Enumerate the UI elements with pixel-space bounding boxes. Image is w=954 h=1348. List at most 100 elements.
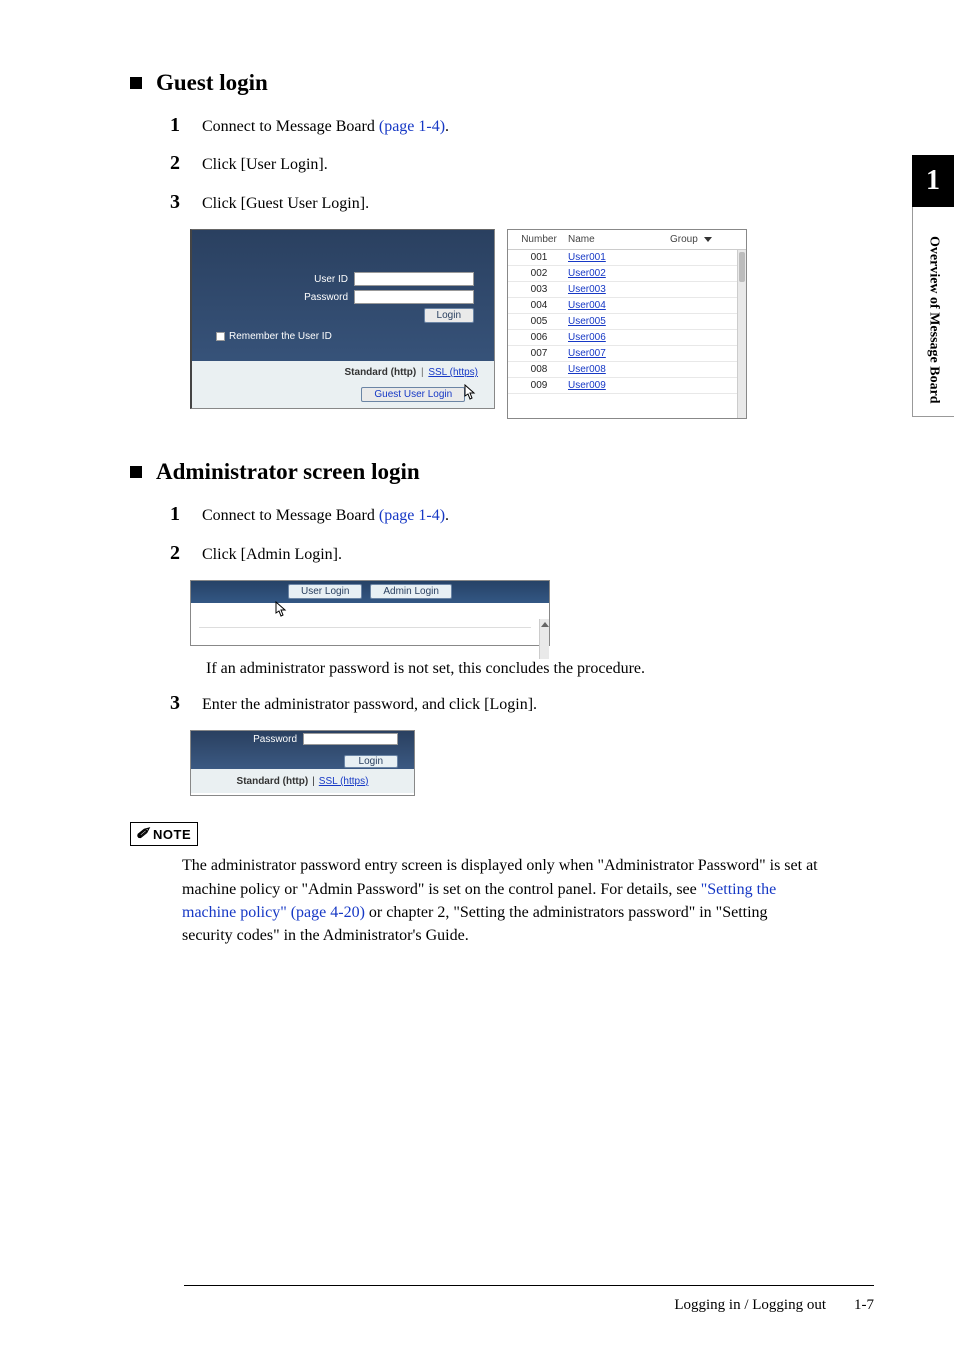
- steps: 1 Connect to Message Board (page 1-4). 2…: [130, 114, 884, 215]
- admin-login-button[interactable]: Login: [344, 755, 398, 768]
- step-number: 3: [170, 191, 186, 214]
- step-number: 1: [170, 114, 186, 137]
- step-number: 3: [170, 692, 186, 715]
- cell-group: [670, 268, 740, 279]
- step-1: 1 Connect to Message Board (page 1-4).: [170, 114, 884, 138]
- user-id-label: User ID: [314, 274, 348, 285]
- cell-name-link[interactable]: User006: [564, 332, 670, 343]
- cell-number: 004: [514, 300, 564, 311]
- user-id-input[interactable]: [354, 272, 474, 286]
- step-number: 1: [170, 503, 186, 526]
- admin-password-input[interactable]: [303, 733, 398, 745]
- step-number: 2: [170, 152, 186, 175]
- section-heading: Guest login: [130, 70, 884, 96]
- table-row: 003User003: [508, 282, 746, 298]
- remember-checkbox-row[interactable]: Remember the User ID: [216, 331, 494, 342]
- step-text: Connect to Message Board (page 1-4).: [202, 116, 884, 138]
- login-button[interactable]: Login: [424, 308, 474, 323]
- login-footer: Standard (http) | SSL (https) Guest User…: [192, 361, 494, 408]
- step-text: Enter the administrator password, and cl…: [202, 694, 884, 716]
- page-ref-link[interactable]: (page 1-4): [379, 118, 445, 135]
- note-box: ✐ NOTE: [130, 822, 198, 846]
- remember-label: Remember the User ID: [229, 331, 332, 342]
- steps: 1 Connect to Message Board (page 1-4). 2…: [130, 503, 884, 566]
- cell-name-link[interactable]: User003: [564, 284, 670, 295]
- text: Connect to Message Board: [202, 118, 379, 135]
- cell-group: [670, 284, 740, 295]
- password-label: Password: [304, 292, 348, 303]
- cell-number: 003: [514, 284, 564, 295]
- follow-text: If an administrator password is not set,…: [206, 660, 884, 678]
- password-input[interactable]: [354, 290, 474, 304]
- note-body: The administrator password entry screen …: [182, 854, 822, 947]
- password-label: Password: [253, 734, 297, 745]
- standard-http-label: Standard (http): [345, 367, 417, 378]
- text: .: [445, 507, 449, 524]
- table-row: 006User006: [508, 330, 746, 346]
- tab-bar: User Login Admin Login: [191, 581, 549, 603]
- separator: |: [312, 776, 315, 787]
- checkbox-icon[interactable]: [216, 332, 225, 341]
- cell-group: [670, 316, 740, 327]
- cell-group: [670, 300, 740, 311]
- step-3: 3 Click [Guest User Login].: [170, 191, 884, 215]
- ssl-https-link[interactable]: SSL (https): [319, 776, 369, 787]
- table-row: 008User008: [508, 362, 746, 378]
- cell-name-link[interactable]: User004: [564, 300, 670, 311]
- square-bullet-icon: [130, 77, 142, 89]
- note-icon: ✐: [135, 824, 149, 844]
- cell-name-link[interactable]: User008: [564, 364, 670, 375]
- separator: |: [421, 367, 424, 378]
- col-group-label: Group: [670, 234, 698, 245]
- scrollbar-thumb[interactable]: [739, 252, 745, 282]
- footer-page: 1-7: [854, 1297, 874, 1314]
- section-heading: Administrator screen login: [130, 459, 884, 485]
- page-ref-link[interactable]: (page 1-4): [379, 507, 445, 524]
- cell-name-link[interactable]: User001: [564, 252, 670, 263]
- table-row: 001User001: [508, 250, 746, 266]
- cell-name-link[interactable]: User007: [564, 348, 670, 359]
- cell-group: [670, 380, 740, 391]
- step-2: 2 Click [User Login].: [170, 152, 884, 176]
- cell-group: [670, 348, 740, 359]
- step-text: Click [User Login].: [202, 154, 884, 176]
- login-form-figure: User ID Password Login Remember the User…: [190, 229, 495, 409]
- step-1: 1 Connect to Message Board (page 1-4).: [170, 503, 884, 527]
- cell-name-link[interactable]: User002: [564, 268, 670, 279]
- cursor-icon: [273, 601, 289, 619]
- user-login-tab[interactable]: User Login: [288, 584, 362, 599]
- scrollbar[interactable]: [539, 619, 549, 659]
- admin-login-section: Administrator screen login 1 Connect to …: [130, 459, 884, 947]
- cell-group: [670, 252, 740, 263]
- dropdown-icon[interactable]: [704, 237, 712, 242]
- step-3: 3 Enter the administrator password, and …: [170, 692, 884, 716]
- step-text: Click [Guest User Login].: [202, 193, 884, 215]
- note-label: NOTE: [153, 827, 191, 842]
- col-group[interactable]: Group: [670, 234, 740, 245]
- steps: 3 Enter the administrator password, and …: [130, 692, 884, 716]
- section-title: Administrator screen login: [156, 459, 420, 485]
- scroll-up-icon[interactable]: [541, 622, 549, 627]
- footer-rule: [184, 1285, 874, 1286]
- scrollbar[interactable]: [737, 250, 746, 418]
- admin-password-figure: Password Login Standard (http) | SSL (ht…: [190, 730, 415, 796]
- tab-bar-figure: User Login Admin Login: [190, 580, 550, 646]
- col-number[interactable]: Number: [514, 234, 564, 245]
- text: Connect to Message Board: [202, 507, 379, 524]
- cell-number: 008: [514, 364, 564, 375]
- page: 1 Overview of Message Board Guest login …: [0, 0, 954, 1348]
- admin-login-tab[interactable]: Admin Login: [370, 584, 452, 599]
- section-title: Guest login: [156, 70, 268, 96]
- text: .: [445, 118, 449, 135]
- ssl-https-link[interactable]: SSL (https): [428, 367, 478, 378]
- col-name[interactable]: Name: [564, 234, 670, 245]
- cell-name-link[interactable]: User005: [564, 316, 670, 327]
- cell-number: 009: [514, 380, 564, 391]
- cell-number: 001: [514, 252, 564, 263]
- table-header: Number Name Group: [508, 230, 746, 250]
- cell-name-link[interactable]: User009: [564, 380, 670, 391]
- table-row: 007User007: [508, 346, 746, 362]
- guest-user-login-button[interactable]: Guest User Login: [361, 387, 465, 402]
- divider: [199, 627, 531, 657]
- step-text: Connect to Message Board (page 1-4).: [202, 505, 884, 527]
